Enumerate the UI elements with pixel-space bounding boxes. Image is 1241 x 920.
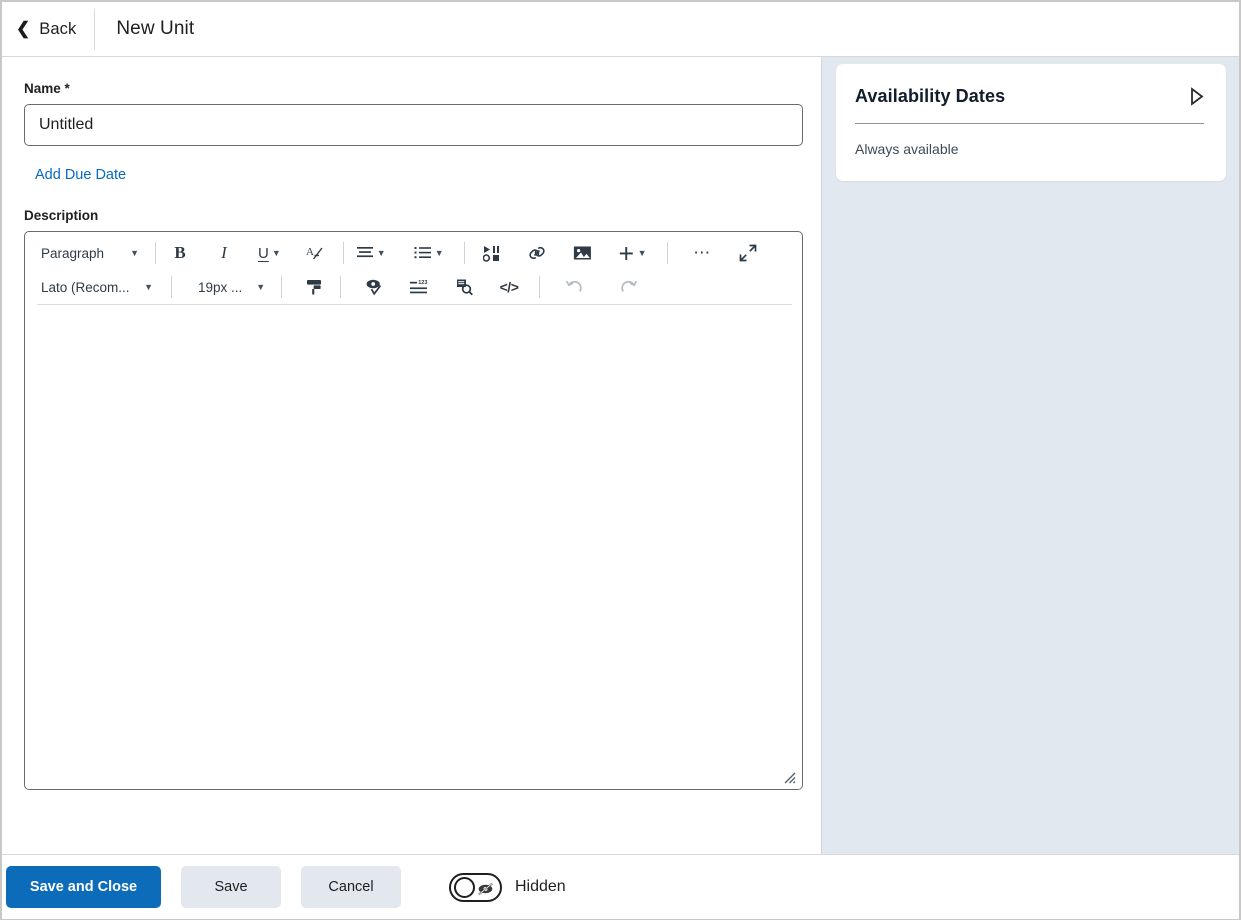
paragraph-style-value: Paragraph (41, 245, 105, 261)
availability-dates-title: Availability Dates (855, 86, 1006, 106)
svg-text:A: A (306, 246, 314, 258)
chevron-down-icon: ▼ (144, 281, 153, 292)
plus-icon (619, 246, 633, 260)
form-column: Name * Add Due Date Description Paragrap… (2, 57, 821, 854)
visibility-label: Hidden (515, 878, 566, 895)
availability-dates-header[interactable]: Availability Dates (855, 86, 1204, 107)
align-icon (356, 247, 373, 258)
back-button[interactable]: ❮ Back (2, 2, 94, 56)
toggle-knob (454, 876, 475, 898)
more-options-icon: ⋯ (693, 242, 712, 262)
font-size-select[interactable]: 19px ... ▼ (192, 273, 270, 301)
fullscreen-icon (739, 244, 756, 262)
bold-button[interactable]: B (166, 239, 194, 267)
accessibility-checker-icon (366, 279, 381, 296)
preview-icon (456, 279, 473, 296)
undo-icon (565, 280, 582, 292)
required-marker: * (64, 81, 70, 96)
clear-formatting-button[interactable]: A (301, 239, 329, 267)
toolbar-separator (666, 242, 668, 264)
toolbar-separator (155, 242, 156, 264)
paragraph-style-select[interactable]: Paragraph ▼ (35, 239, 147, 267)
card-divider (855, 123, 1204, 124)
add-due-date-link[interactable]: Add Due Date (35, 167, 126, 183)
chevron-down-icon: ▼ (256, 281, 266, 292)
underline-icon: U (258, 244, 269, 262)
name-field-label: Name * (24, 81, 821, 96)
insert-more-button[interactable]: ▼ (614, 239, 651, 267)
description-editor: Paragraph ▼ B I U ▼ A ▼ ▼ ▼ ⋯ Lato (Reco… (24, 231, 803, 790)
bold-icon: B (174, 243, 186, 262)
font-family-select[interactable]: Lato (Recom... ▼ (35, 273, 161, 301)
clear-formatting-icon: A (306, 246, 323, 260)
insert-link-button[interactable] (524, 239, 552, 267)
toolbar-separator (539, 276, 540, 298)
redo-button[interactable] (614, 273, 642, 301)
cancel-button[interactable]: Cancel (301, 866, 401, 908)
insert-link-icon (529, 246, 545, 260)
chevron-down-icon: ▼ (376, 248, 386, 258)
list-icon (414, 247, 431, 259)
format-painter-icon (306, 280, 321, 295)
undo-button[interactable] (560, 273, 588, 301)
description-text-area[interactable] (26, 306, 802, 789)
save-button[interactable]: Save (181, 866, 281, 908)
svg-text:123: 123 (418, 280, 427, 286)
insert-image-icon (574, 246, 592, 260)
insert-numbering-button[interactable]: 123 (405, 273, 433, 301)
html-source-icon: </> (499, 279, 519, 295)
insert-media-button[interactable] (479, 239, 507, 267)
name-label-text: Name (24, 81, 61, 96)
availability-dates-card: Availability Dates Always available (836, 64, 1226, 181)
align-button[interactable]: ▼ (352, 239, 390, 267)
new-unit-page: ❮ Back New Unit Name * Add Due Date Desc… (0, 0, 1241, 920)
font-size-value: 19px ... (198, 279, 243, 295)
visibility-toggle-group[interactable]: Hidden (449, 872, 566, 902)
editor-toolbar-row-2: Lato (Recom... ▼ 19px ... ▼ 123 </> (25, 270, 802, 304)
toolbar-separator (340, 276, 341, 298)
insert-numbering-icon: 123 (410, 280, 428, 293)
visibility-toggle[interactable] (449, 872, 502, 902)
more-options-button[interactable]: ⋯ (689, 239, 717, 267)
side-panel: Availability Dates Always available (821, 57, 1239, 854)
html-source-button[interactable]: </> (495, 273, 523, 301)
insert-media-icon (483, 245, 500, 262)
toolbar-bottom-rule (37, 304, 792, 305)
toolbar-separator (281, 276, 282, 298)
page-header: ❮ Back New Unit (2, 2, 1239, 57)
back-button-label: Back (39, 19, 77, 38)
redo-icon (620, 280, 637, 292)
editor-toolbar-row-1: Paragraph ▼ B I U ▼ A ▼ ▼ ▼ ⋯ (25, 236, 802, 270)
italic-button[interactable]: I (210, 239, 238, 267)
list-button[interactable]: ▼ (410, 239, 448, 267)
eye-hidden-icon (478, 882, 493, 895)
page-title: New Unit (116, 18, 195, 39)
name-input[interactable] (24, 104, 803, 146)
chevron-down-icon: ▼ (271, 248, 281, 258)
preview-button[interactable] (450, 273, 478, 301)
chevron-left-icon: ❮ (16, 19, 31, 38)
description-label: Description (24, 208, 99, 223)
toolbar-separator (171, 276, 172, 298)
italic-icon: I (221, 243, 227, 262)
format-painter-button[interactable] (300, 273, 328, 301)
accessibility-checker-button[interactable] (360, 273, 388, 301)
underline-button[interactable]: U ▼ (254, 239, 285, 267)
action-bar: Save and Close Save Cancel Hidden (2, 854, 1239, 919)
fullscreen-button[interactable] (734, 239, 762, 267)
expand-availability-button[interactable] (1189, 87, 1204, 106)
save-and-close-button[interactable]: Save and Close (6, 866, 161, 908)
chevron-down-icon: ▼ (637, 248, 647, 258)
resize-handle-icon[interactable] (782, 770, 796, 784)
chevron-down-icon: ▼ (434, 248, 444, 258)
insert-image-button[interactable] (569, 239, 597, 267)
toolbar-separator (342, 242, 344, 264)
font-family-value: Lato (Recom... (41, 279, 130, 295)
availability-summary: Always available (855, 141, 959, 157)
chevron-down-icon: ▼ (130, 247, 139, 258)
toolbar-separator (463, 242, 465, 264)
triangle-right-icon (1191, 87, 1204, 106)
